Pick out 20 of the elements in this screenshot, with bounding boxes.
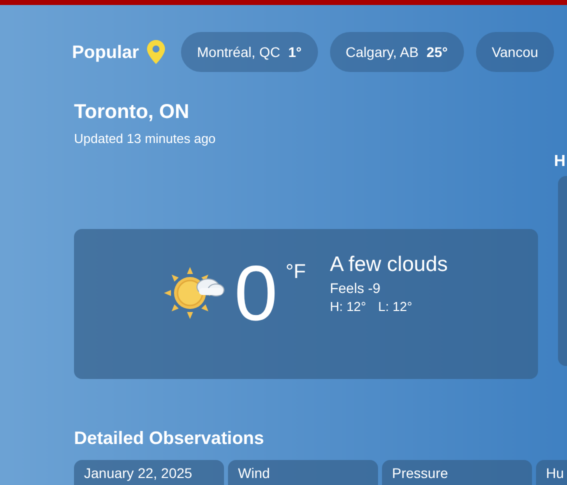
temperature: 0: [234, 250, 278, 334]
section-heading: Detailed Observations: [74, 426, 266, 450]
high-temperature: H: 12°: [330, 298, 366, 316]
partly-cloudy-icon: [164, 264, 226, 320]
side-heading: H: [554, 152, 567, 172]
updated-time: Updated 13 minutes ago: [74, 130, 217, 148]
temperature-unit: °F: [286, 260, 306, 284]
low-temperature: L: 12°: [378, 298, 412, 316]
feels-like: Feels -9: [330, 278, 382, 296]
observation-card: January 22, 2025: [74, 460, 224, 485]
location-pin-icon: [147, 40, 166, 64]
observation-card: Hu: [536, 460, 567, 485]
observation-card: Wind: [228, 460, 378, 485]
city-chip[interactable]: Montréal, QC 1°: [181, 32, 318, 72]
city-title: Toronto, ON: [74, 100, 190, 124]
condition: A few clouds: [330, 252, 448, 278]
popular-label: Popular: [72, 40, 140, 64]
observation-card: Pressure: [382, 460, 532, 485]
city-chip[interactable]: Vancou: [476, 32, 554, 72]
city-chip[interactable]: Calgary, AB 25°: [330, 32, 464, 72]
